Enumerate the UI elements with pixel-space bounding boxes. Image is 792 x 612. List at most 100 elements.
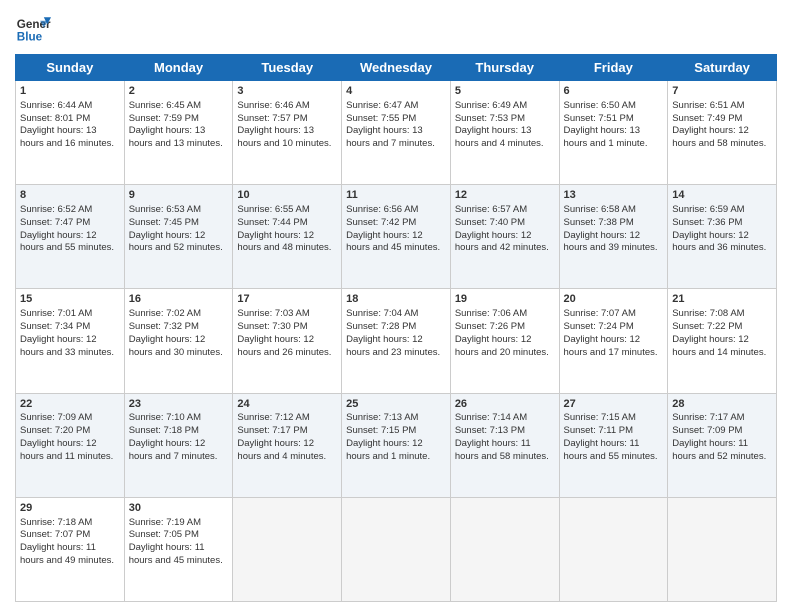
calendar-cell: 29Sunrise: 7:18 AMSunset: 7:07 PMDayligh… (16, 497, 125, 601)
day-info: Sunrise: 6:57 AMSunset: 7:40 PMDaylight … (455, 204, 549, 253)
day-header-wednesday: Wednesday (342, 55, 451, 81)
calendar-cell (450, 497, 559, 601)
calendar-cell: 19Sunrise: 7:06 AMSunset: 7:26 PMDayligh… (450, 289, 559, 393)
calendar-cell: 9Sunrise: 6:53 AMSunset: 7:45 PMDaylight… (124, 185, 233, 289)
day-header-saturday: Saturday (668, 55, 777, 81)
calendar-cell: 8Sunrise: 6:52 AMSunset: 7:47 PMDaylight… (16, 185, 125, 289)
day-info: Sunrise: 7:14 AMSunset: 7:13 PMDaylight … (455, 412, 549, 461)
day-info: Sunrise: 7:07 AMSunset: 7:24 PMDaylight … (564, 308, 658, 357)
day-info: Sunrise: 6:44 AMSunset: 8:01 PMDaylight … (20, 100, 114, 149)
calendar-cell (559, 497, 668, 601)
calendar-cell: 15Sunrise: 7:01 AMSunset: 7:34 PMDayligh… (16, 289, 125, 393)
day-info: Sunrise: 7:06 AMSunset: 7:26 PMDaylight … (455, 308, 549, 357)
calendar-cell: 5Sunrise: 6:49 AMSunset: 7:53 PMDaylight… (450, 81, 559, 185)
calendar-cell: 26Sunrise: 7:14 AMSunset: 7:13 PMDayligh… (450, 393, 559, 497)
calendar-week-5: 29Sunrise: 7:18 AMSunset: 7:07 PMDayligh… (16, 497, 777, 601)
calendar-week-3: 15Sunrise: 7:01 AMSunset: 7:34 PMDayligh… (16, 289, 777, 393)
calendar-cell: 11Sunrise: 6:56 AMSunset: 7:42 PMDayligh… (342, 185, 451, 289)
calendar-cell: 20Sunrise: 7:07 AMSunset: 7:24 PMDayligh… (559, 289, 668, 393)
day-header-thursday: Thursday (450, 55, 559, 81)
calendar-week-4: 22Sunrise: 7:09 AMSunset: 7:20 PMDayligh… (16, 393, 777, 497)
page-header: General Blue (15, 10, 777, 46)
day-number: 12 (455, 188, 555, 203)
logo: General Blue (15, 10, 55, 46)
day-number: 9 (129, 188, 229, 203)
calendar-cell: 7Sunrise: 6:51 AMSunset: 7:49 PMDaylight… (668, 81, 777, 185)
day-number: 22 (20, 397, 120, 412)
day-info: Sunrise: 6:56 AMSunset: 7:42 PMDaylight … (346, 204, 440, 253)
calendar-table: SundayMondayTuesdayWednesdayThursdayFrid… (15, 54, 777, 602)
day-number: 21 (672, 292, 772, 307)
day-number: 30 (129, 501, 229, 516)
day-header-friday: Friday (559, 55, 668, 81)
day-info: Sunrise: 6:59 AMSunset: 7:36 PMDaylight … (672, 204, 766, 253)
day-number: 1 (20, 84, 120, 99)
day-info: Sunrise: 7:01 AMSunset: 7:34 PMDaylight … (20, 308, 114, 357)
calendar-cell: 22Sunrise: 7:09 AMSunset: 7:20 PMDayligh… (16, 393, 125, 497)
day-number: 14 (672, 188, 772, 203)
day-number: 27 (564, 397, 664, 412)
calendar-cell: 23Sunrise: 7:10 AMSunset: 7:18 PMDayligh… (124, 393, 233, 497)
calendar-cell: 16Sunrise: 7:02 AMSunset: 7:32 PMDayligh… (124, 289, 233, 393)
day-info: Sunrise: 7:17 AMSunset: 7:09 PMDaylight … (672, 412, 766, 461)
day-info: Sunrise: 6:47 AMSunset: 7:55 PMDaylight … (346, 100, 435, 149)
day-info: Sunrise: 7:02 AMSunset: 7:32 PMDaylight … (129, 308, 223, 357)
day-header-monday: Monday (124, 55, 233, 81)
day-header-sunday: Sunday (16, 55, 125, 81)
svg-text:Blue: Blue (17, 31, 43, 44)
calendar-cell: 18Sunrise: 7:04 AMSunset: 7:28 PMDayligh… (342, 289, 451, 393)
day-number: 29 (20, 501, 120, 516)
day-number: 4 (346, 84, 446, 99)
day-number: 28 (672, 397, 772, 412)
day-info: Sunrise: 7:04 AMSunset: 7:28 PMDaylight … (346, 308, 440, 357)
day-info: Sunrise: 7:08 AMSunset: 7:22 PMDaylight … (672, 308, 766, 357)
day-number: 11 (346, 188, 446, 203)
calendar-week-1: 1Sunrise: 6:44 AMSunset: 8:01 PMDaylight… (16, 81, 777, 185)
day-number: 18 (346, 292, 446, 307)
calendar-cell (233, 497, 342, 601)
day-info: Sunrise: 6:58 AMSunset: 7:38 PMDaylight … (564, 204, 658, 253)
day-number: 15 (20, 292, 120, 307)
calendar-cell: 12Sunrise: 6:57 AMSunset: 7:40 PMDayligh… (450, 185, 559, 289)
day-number: 24 (237, 397, 337, 412)
calendar-cell (668, 497, 777, 601)
day-info: Sunrise: 7:19 AMSunset: 7:05 PMDaylight … (129, 517, 223, 566)
calendar-cell: 27Sunrise: 7:15 AMSunset: 7:11 PMDayligh… (559, 393, 668, 497)
day-info: Sunrise: 6:53 AMSunset: 7:45 PMDaylight … (129, 204, 223, 253)
day-info: Sunrise: 7:15 AMSunset: 7:11 PMDaylight … (564, 412, 658, 461)
day-info: Sunrise: 7:09 AMSunset: 7:20 PMDaylight … (20, 412, 113, 461)
day-number: 5 (455, 84, 555, 99)
day-number: 8 (20, 188, 120, 203)
calendar-cell: 1Sunrise: 6:44 AMSunset: 8:01 PMDaylight… (16, 81, 125, 185)
day-info: Sunrise: 6:46 AMSunset: 7:57 PMDaylight … (237, 100, 331, 149)
day-number: 6 (564, 84, 664, 99)
calendar-cell: 28Sunrise: 7:17 AMSunset: 7:09 PMDayligh… (668, 393, 777, 497)
day-number: 23 (129, 397, 229, 412)
day-info: Sunrise: 6:49 AMSunset: 7:53 PMDaylight … (455, 100, 544, 149)
day-header-tuesday: Tuesday (233, 55, 342, 81)
day-info: Sunrise: 6:55 AMSunset: 7:44 PMDaylight … (237, 204, 331, 253)
day-number: 13 (564, 188, 664, 203)
calendar-header-row: SundayMondayTuesdayWednesdayThursdayFrid… (16, 55, 777, 81)
day-number: 25 (346, 397, 446, 412)
calendar-cell (342, 497, 451, 601)
day-number: 17 (237, 292, 337, 307)
day-number: 26 (455, 397, 555, 412)
day-info: Sunrise: 6:45 AMSunset: 7:59 PMDaylight … (129, 100, 223, 149)
calendar-cell: 14Sunrise: 6:59 AMSunset: 7:36 PMDayligh… (668, 185, 777, 289)
day-info: Sunrise: 7:18 AMSunset: 7:07 PMDaylight … (20, 517, 114, 566)
day-number: 3 (237, 84, 337, 99)
day-info: Sunrise: 6:51 AMSunset: 7:49 PMDaylight … (672, 100, 766, 149)
day-info: Sunrise: 7:03 AMSunset: 7:30 PMDaylight … (237, 308, 331, 357)
day-info: Sunrise: 7:12 AMSunset: 7:17 PMDaylight … (237, 412, 326, 461)
calendar-cell: 25Sunrise: 7:13 AMSunset: 7:15 PMDayligh… (342, 393, 451, 497)
calendar-cell: 17Sunrise: 7:03 AMSunset: 7:30 PMDayligh… (233, 289, 342, 393)
calendar-cell: 13Sunrise: 6:58 AMSunset: 7:38 PMDayligh… (559, 185, 668, 289)
calendar-cell: 6Sunrise: 6:50 AMSunset: 7:51 PMDaylight… (559, 81, 668, 185)
day-number: 7 (672, 84, 772, 99)
calendar-cell: 21Sunrise: 7:08 AMSunset: 7:22 PMDayligh… (668, 289, 777, 393)
day-number: 2 (129, 84, 229, 99)
day-number: 16 (129, 292, 229, 307)
day-info: Sunrise: 6:52 AMSunset: 7:47 PMDaylight … (20, 204, 114, 253)
day-number: 20 (564, 292, 664, 307)
